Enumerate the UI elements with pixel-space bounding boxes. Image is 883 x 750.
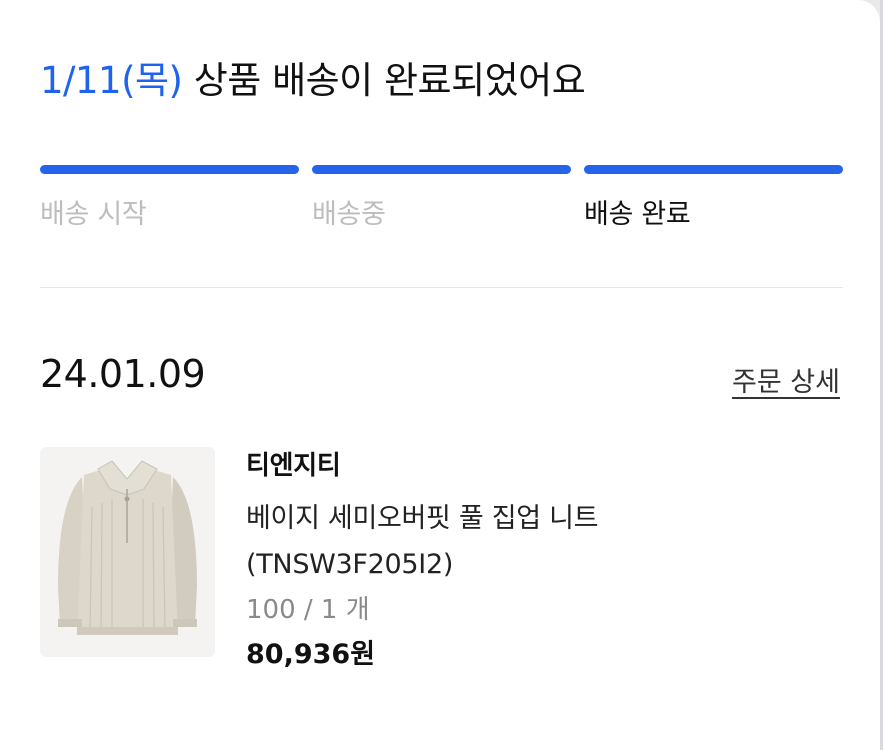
progress-bar — [584, 165, 843, 174]
product-name-line: 베이지 세미오버핏 풀 집업 니트 — [246, 503, 599, 534]
progress-step-shipping-started: 배송 시작 — [40, 165, 299, 231]
progress-step-in-transit: 배송중 — [312, 165, 571, 231]
product-option: 100 / 1 개 — [246, 595, 370, 625]
product-info: 티엔지티 베이지 세미오버핏 풀 집업 니트 (TNSW3F205I2) 100… — [246, 448, 806, 674]
product-name[interactable]: 베이지 세미오버핏 풀 집업 니트 (TNSW3F205I2) — [246, 496, 806, 588]
product-thumbnail[interactable] — [40, 447, 215, 657]
product-code: (TNSW3F205I2) — [246, 549, 454, 580]
delivery-status-card: 1/11(목) 상품 배송이 완료되었어요 배송 시작 배송중 배송 완료 24… — [0, 0, 880, 750]
product-price: 80,936원 — [246, 639, 376, 670]
progress-step-label: 배송중 — [312, 199, 386, 230]
order-detail-link[interactable]: 주문 상세 — [732, 360, 840, 399]
section-divider — [40, 287, 843, 288]
sweater-image-icon — [58, 460, 197, 635]
progress-step-delivered: 배송 완료 — [584, 165, 843, 231]
delivery-date: 1/11(목) — [40, 59, 183, 102]
delivery-message: 상품 배송이 완료되었어요 — [193, 59, 586, 102]
progress-bar — [40, 165, 299, 174]
progress-step-label: 배송 시작 — [40, 199, 147, 230]
progress-bar — [312, 165, 571, 174]
progress-step-label: 배송 완료 — [584, 199, 691, 230]
order-date: 24.01.09 — [40, 352, 206, 396]
delivery-headline: 1/11(목) 상품 배송이 완료되었어요 — [40, 50, 586, 104]
product-brand: 티엔지티 — [246, 451, 341, 481]
